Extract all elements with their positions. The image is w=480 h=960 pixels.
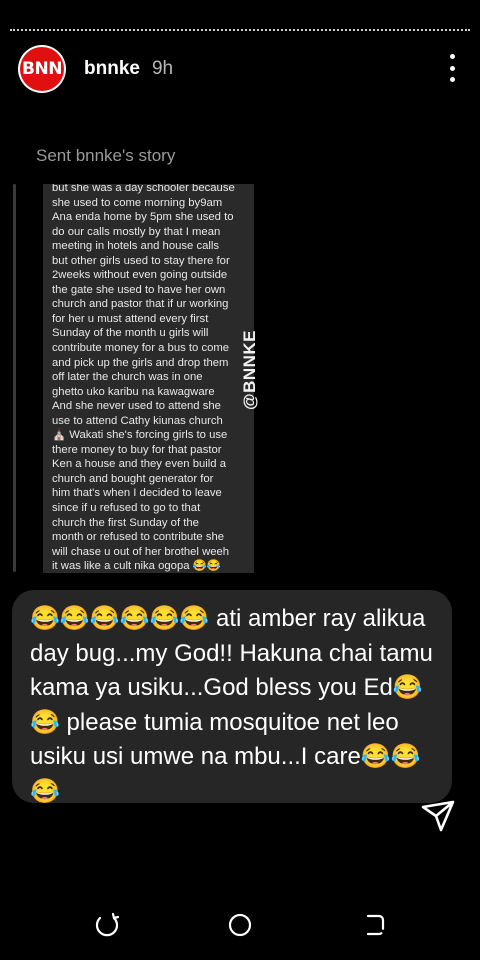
story-progress-bar xyxy=(10,29,470,31)
sent-story-label: Sent bnnke's story xyxy=(36,146,176,165)
more-vert-icon[interactable] xyxy=(440,54,464,82)
home-circle-icon[interactable] xyxy=(227,912,253,938)
send-icon[interactable] xyxy=(420,798,456,834)
avatar[interactable]: BNN xyxy=(18,45,66,93)
story-watermark: @BNNKE xyxy=(240,329,259,410)
recent-apps-icon[interactable] xyxy=(94,912,120,938)
story-header: BNN bnnke 9h xyxy=(18,45,462,93)
username[interactable]: bnnke xyxy=(84,58,140,80)
reply-indicator-bar xyxy=(13,184,16,572)
story-text: but she was a day schooler because she u… xyxy=(52,184,235,573)
avatar-logo-text: BNN xyxy=(20,47,64,91)
shared-story-preview[interactable]: but she was a day schooler because she u… xyxy=(43,184,254,573)
message-text: 😂😂😂😂😂😂 ati amber ray alikua day bug...my… xyxy=(30,605,433,805)
back-icon[interactable] xyxy=(361,912,387,938)
system-navigation-bar xyxy=(0,900,480,948)
post-time: 9h xyxy=(151,58,174,79)
